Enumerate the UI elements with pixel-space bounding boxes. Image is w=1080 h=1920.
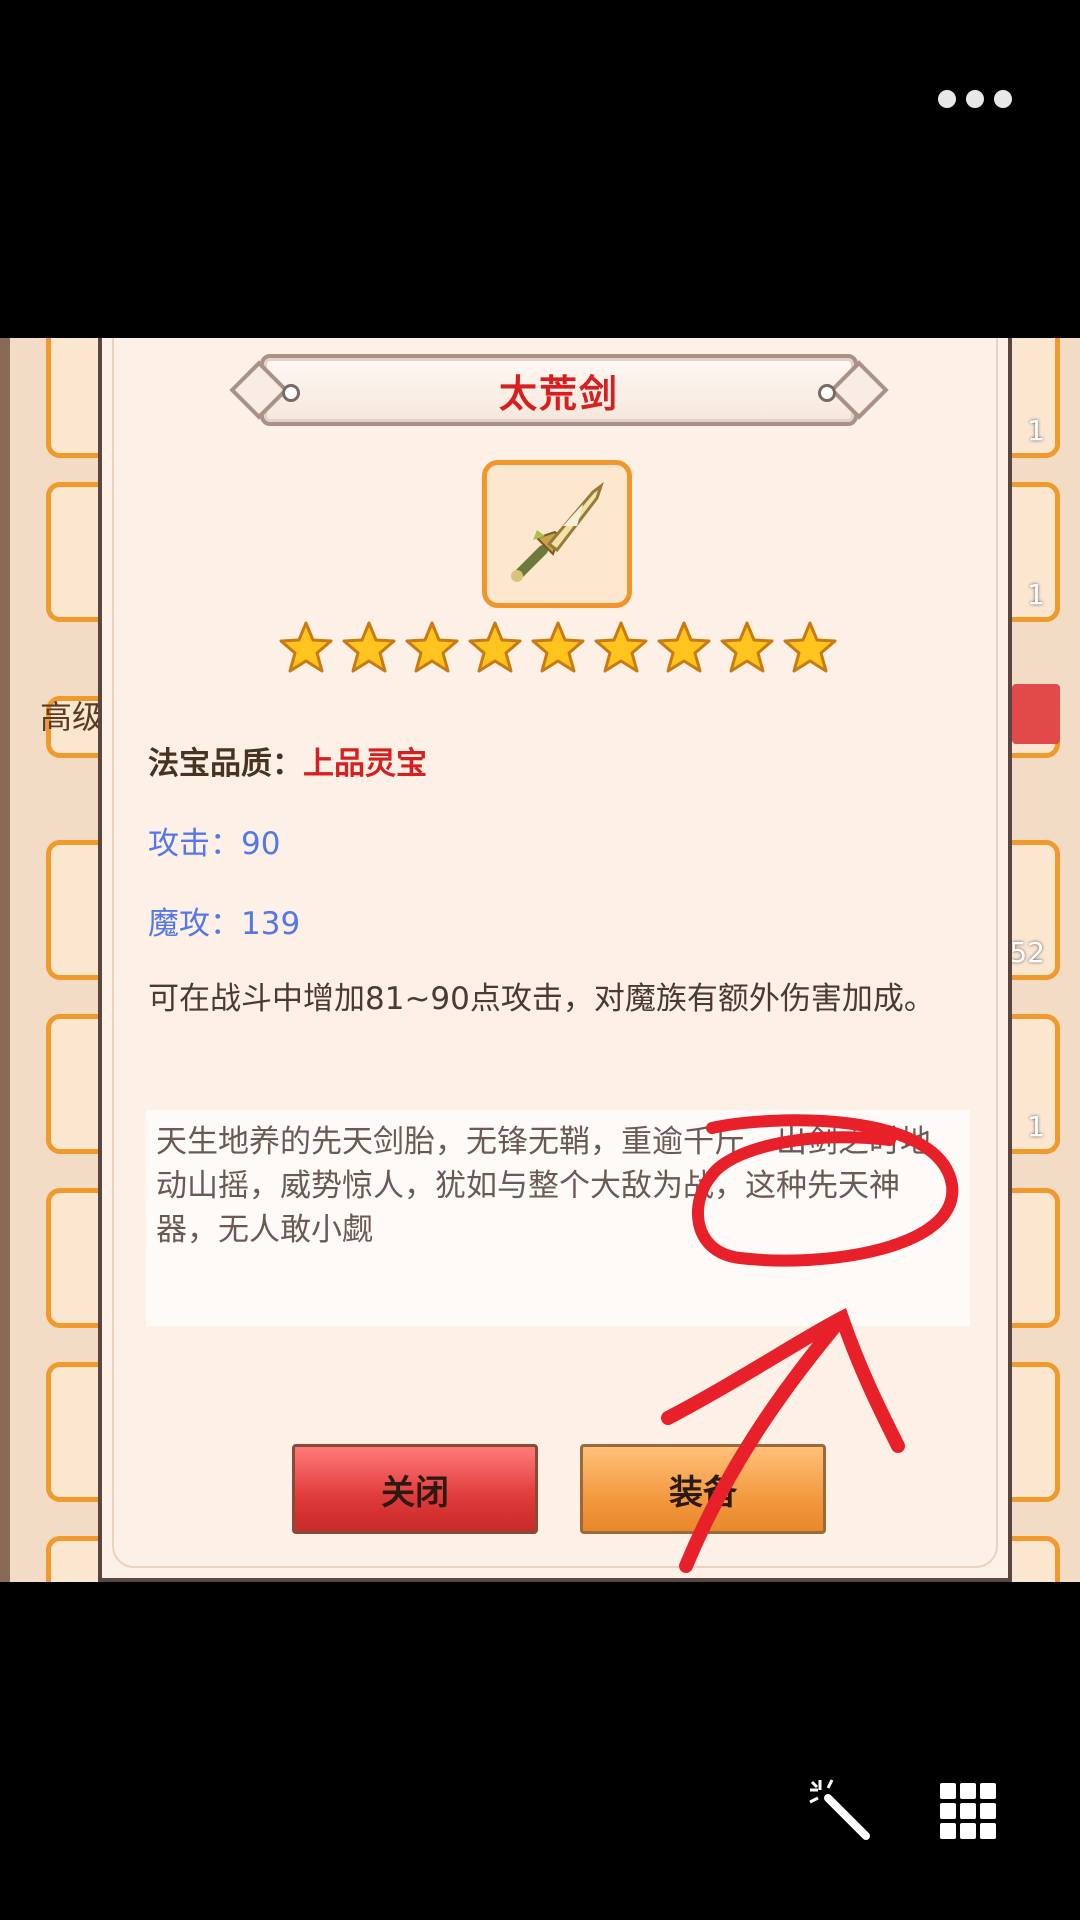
star-icon bbox=[594, 621, 648, 673]
star-icon bbox=[405, 621, 459, 673]
background-section-header: 高级 bbox=[40, 698, 105, 736]
star-icon bbox=[279, 621, 333, 673]
star-icon bbox=[531, 621, 585, 673]
sword-icon bbox=[511, 481, 604, 582]
star-icon bbox=[657, 621, 711, 673]
background-red-button bbox=[1012, 684, 1060, 744]
star-icon bbox=[783, 621, 837, 673]
item-icon-slot bbox=[482, 460, 632, 608]
quality-label: 法宝品质： bbox=[148, 746, 303, 782]
background-left-panel bbox=[10, 338, 116, 1582]
equip-button[interactable]: 装备 bbox=[580, 1444, 826, 1534]
background-right-panel: 1 1 9 52 1 bbox=[990, 338, 1080, 1582]
item-detail-dialog: 太荒剑 法宝品质：上品灵宝 攻击：90 魔攻：139 可在战斗中增加81~90点… bbox=[98, 338, 1012, 1582]
item-title: 太荒剑 bbox=[498, 371, 619, 416]
magic-wand-icon[interactable] bbox=[806, 1776, 876, 1846]
star-icon bbox=[468, 621, 522, 673]
effect-description: 可在战斗中增加81~90点攻击，对魔族有额外伤害加成。 bbox=[148, 981, 935, 1017]
banner-dot-right bbox=[818, 384, 836, 402]
quality-value: 上品灵宝 bbox=[303, 746, 427, 782]
close-button[interactable]: 关闭 bbox=[292, 1444, 538, 1534]
lore-text: 天生地养的先天剑胎，无锋无鞘，重逾千斤，出剑之时地动山摇，威势惊人，犹如与整个大… bbox=[146, 1110, 970, 1326]
banner-dot-left bbox=[282, 384, 300, 402]
quality-row: 法宝品质：上品灵宝 bbox=[148, 738, 427, 783]
title-banner: 太荒剑 bbox=[229, 354, 889, 426]
attack-stat: 攻击：90 bbox=[148, 826, 281, 862]
more-options-icon[interactable] bbox=[938, 90, 1012, 108]
star-rating bbox=[278, 620, 838, 676]
star-icon bbox=[342, 621, 396, 673]
magic-attack-stat: 魔攻：139 bbox=[148, 906, 301, 942]
star-icon bbox=[720, 621, 774, 673]
grid-icon[interactable] bbox=[940, 1783, 996, 1839]
